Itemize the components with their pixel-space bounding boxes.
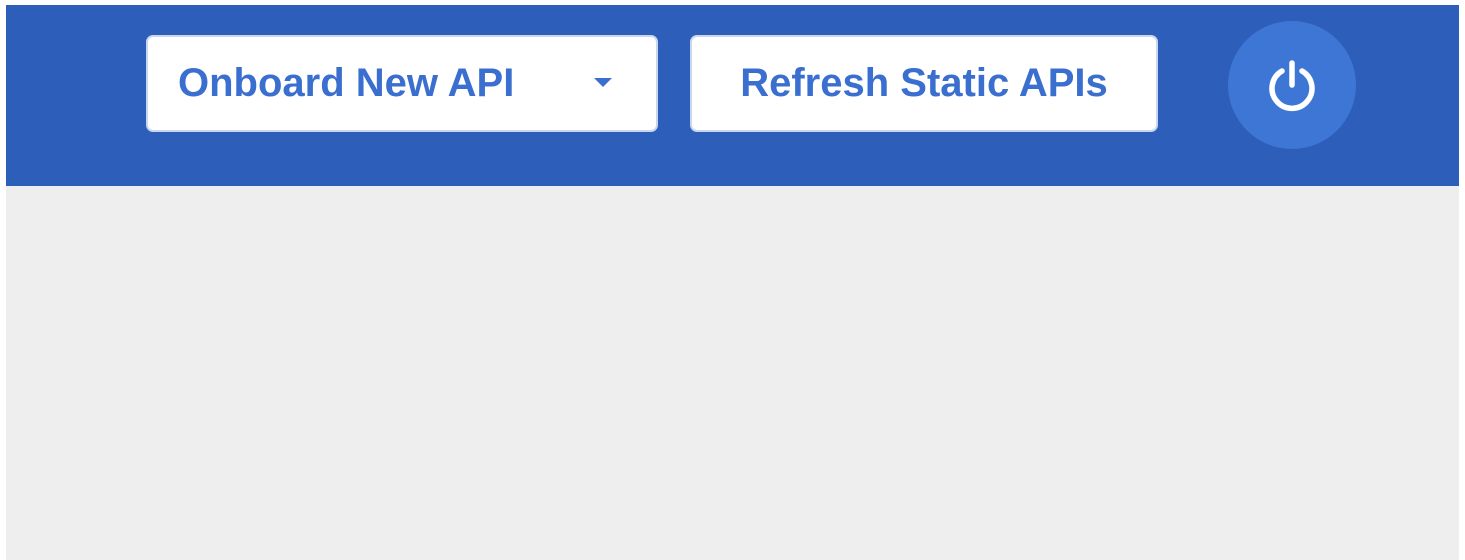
refresh-static-apis-label: Refresh Static APIs — [740, 61, 1108, 105]
power-icon — [1269, 60, 1315, 111]
app-frame: Onboard New API Refresh Static APIs — [6, 5, 1459, 560]
refresh-static-apis-button[interactable]: Refresh Static APIs — [690, 35, 1158, 132]
caret-down-icon — [594, 78, 612, 87]
main-content-area — [6, 186, 1459, 560]
power-button[interactable] — [1228, 21, 1356, 149]
onboard-new-api-label: Onboard New API — [178, 61, 515, 105]
onboard-new-api-dropdown-button[interactable]: Onboard New API — [146, 35, 658, 132]
top-header-bar: Onboard New API Refresh Static APIs — [6, 5, 1459, 186]
